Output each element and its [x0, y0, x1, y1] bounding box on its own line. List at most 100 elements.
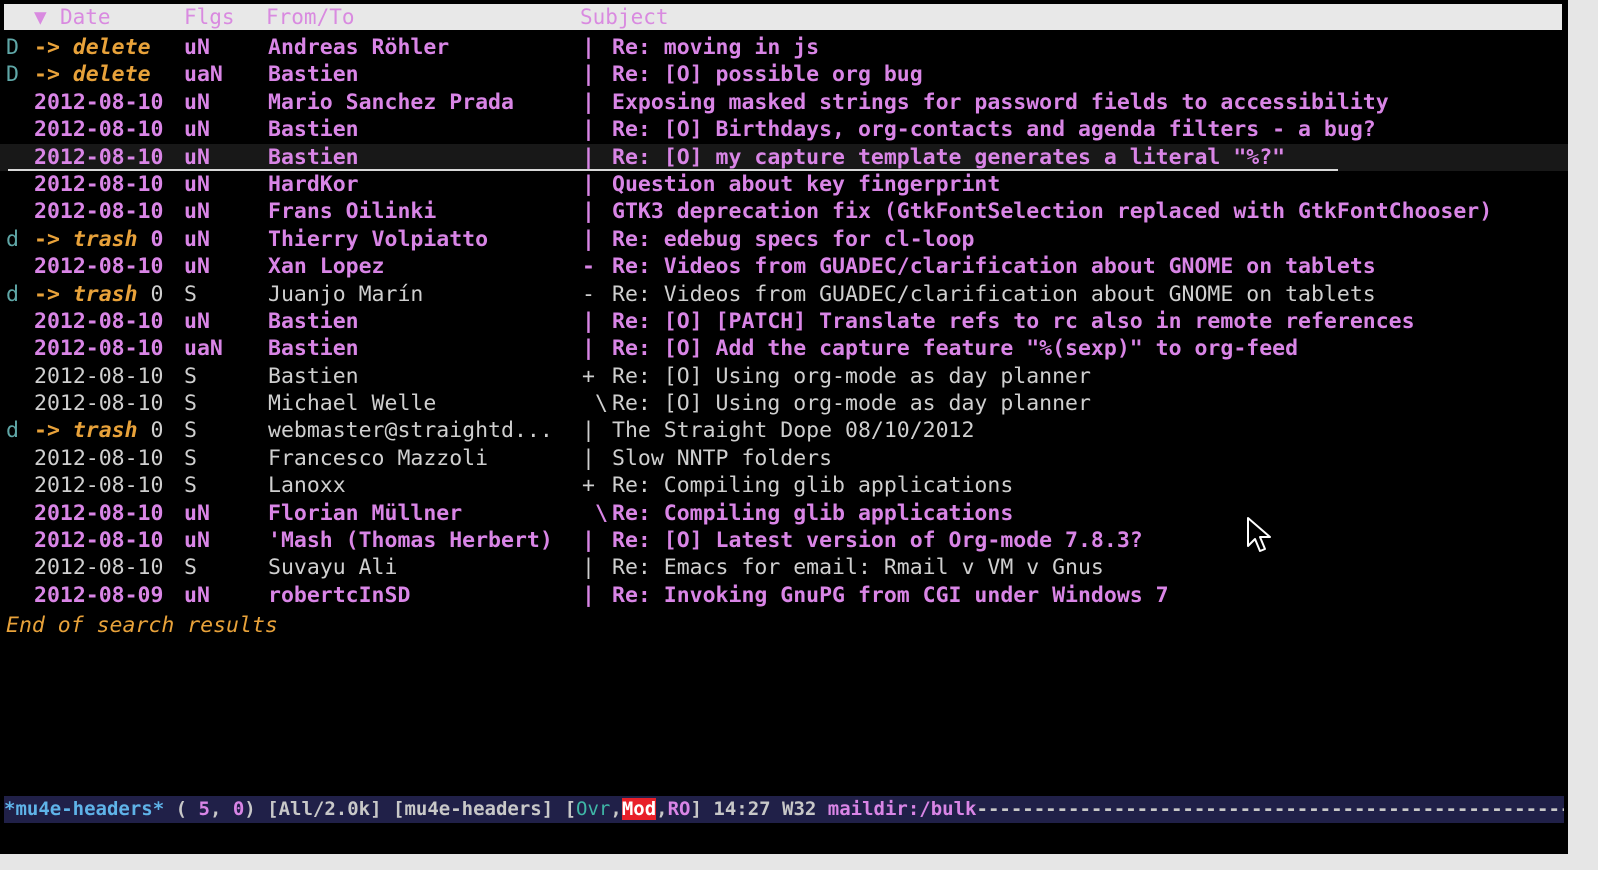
message-subject: Re: [O] Using org-mode as day planner [612, 391, 1091, 417]
message-date: 2012-08-10 [34, 144, 164, 170]
mark-indicator: d [6, 418, 19, 444]
message-row[interactable]: 2012-08-10 uN 'Mash (Thomas Herbert) | Re: [… [0, 527, 1568, 554]
modeline-readonly-indicator[interactable]: RO [668, 798, 691, 820]
message-row[interactable]: d -> trash 0 S Juanjo Marín - Re: Videos from… [0, 281, 1568, 308]
end-of-results-message: End of search results [6, 613, 278, 638]
message-row[interactable]: 2012-08-10 uN HardKor | Question about key f… [0, 171, 1568, 198]
message-row[interactable]: 2012-08-10 S Lanoxx + Re: Compiling glib app… [0, 472, 1568, 499]
message-row[interactable]: 2012-08-09 uN robertcInSD | Re: Invoking Gnu… [0, 582, 1568, 609]
modeline-maildir: maildir:/bulk [827, 798, 977, 820]
message-row[interactable]: 2012-08-10 uN Bastien | Re: [O] Birthdays, o… [0, 116, 1568, 143]
message-subject: Re: [O] Latest version of Org-mode 7.8.3… [612, 528, 1143, 554]
message-date: 2012-08-10 [34, 254, 164, 280]
message-row[interactable]: 2012-08-10 uaN Bastien | Re: [O] Add the cap… [0, 335, 1568, 362]
message-subject: Re: edebug specs for cl-loop [612, 226, 975, 252]
modeline-overwrite-indicator[interactable]: Ovr [576, 798, 610, 820]
modeline-bracket-close: ] [690, 798, 714, 820]
message-row[interactable]: D -> delete uaN Bastien | Re: [O] possible or… [0, 61, 1568, 88]
message-date: 2012-08-10 [34, 199, 164, 225]
message-row[interactable]: d -> trash 0 Swebmaster@straightd... | The S… [0, 417, 1568, 444]
message-flags: uN [184, 500, 210, 526]
message-flags: uaN [184, 62, 223, 88]
message-row[interactable]: d -> trash 0 uN Thierry Volpiatto | Re: edebu… [0, 226, 1568, 253]
message-flags: S [184, 445, 197, 471]
message-date: 2012-08-10 [34, 555, 164, 581]
message-flags: S [184, 473, 197, 499]
message-sender: HardKor [268, 171, 359, 197]
column-header-date[interactable]: Date [60, 4, 111, 30]
message-row[interactable]: 2012-08-10 uN Bastien | Re: [O] my capture t… [0, 143, 1568, 172]
message-subject: Exposing masked strings for password fie… [612, 89, 1389, 115]
thread-indicator: | [582, 445, 595, 471]
thread-indicator: | [582, 582, 595, 608]
message-row[interactable]: 2012-08-10 uN Xan Lopez - Re: Videos from GU… [0, 253, 1568, 280]
modeline-modified-indicator[interactable]: Mod [621, 798, 657, 820]
message-headers-list: D -> delete uN Andreas Röhler | Re: moving in… [0, 34, 1568, 609]
message-sender: Bastien [268, 144, 359, 170]
message-sender: Bastien [268, 62, 359, 88]
message-row[interactable]: 2012-08-10 uN Mario Sanchez Prada | Exposing… [0, 89, 1568, 116]
thread-indicator: | [582, 308, 595, 334]
modeline-position-open: ( [164, 798, 199, 820]
message-subject: Re: [O] Birthdays, org-contacts and agen… [612, 117, 1376, 143]
message-sender: Andreas Röhler [268, 35, 450, 60]
message-subject: The Straight Dope 08/10/2012 [612, 418, 975, 444]
sort-indicator-icon[interactable]: ▼ [34, 4, 47, 30]
message-flags: uN [184, 308, 210, 334]
message-row[interactable]: 2012-08-10 S Suvayu Ali | Re: Emacs for emai… [0, 554, 1568, 581]
thread-indicator: | [582, 89, 595, 115]
message-flags: uN [184, 89, 210, 115]
mark-count: 0 [150, 281, 164, 307]
message-flags: S [184, 363, 197, 389]
message-row[interactable]: 2012-08-10 uN Frans Oilinki | GTK3 deprecati… [0, 198, 1568, 225]
message-flags: S [184, 418, 197, 444]
message-flags: uN [184, 528, 210, 554]
message-date: 2012-08-10 [34, 391, 164, 417]
message-row[interactable]: 2012-08-10 S Michael Welle \ Re: [O] Using … [0, 390, 1568, 417]
message-sender: Florian Müllner [268, 500, 463, 526]
message-row[interactable]: 2012-08-10 S Bastien + Re: [O] Using org-mod… [0, 363, 1568, 390]
message-sender: Bastien [268, 117, 359, 143]
mark-action: -> trash 0 [34, 281, 164, 307]
message-sender: webmaster@straightd... [268, 418, 553, 444]
message-subject: Re: [O] possible org bug [612, 62, 923, 88]
thread-indicator: \ [582, 500, 608, 526]
mark-count: 0 [150, 226, 164, 252]
message-subject: Re: Compiling glib applications [612, 473, 1014, 499]
message-sender: Lanoxx [268, 473, 346, 499]
message-flags: uN [184, 582, 210, 608]
mark-indicator: D [6, 35, 19, 60]
mark-action: -> trash 0 [34, 226, 164, 252]
modeline-buffer-name[interactable]: *mu4e-headers* [4, 798, 164, 820]
column-header-flags[interactable]: Flgs [184, 4, 235, 30]
message-sender: robertcInSD [268, 582, 411, 608]
message-sender: Mario Sanchez Prada [268, 89, 514, 115]
message-sender: Suvayu Ali [268, 555, 398, 581]
message-row[interactable]: D -> delete uN Andreas Röhler | Re: moving in… [0, 34, 1568, 61]
mouse-pointer-icon [1247, 517, 1271, 552]
message-row[interactable]: 2012-08-10 uN Florian Müllner \ Re: Compili… [0, 500, 1568, 527]
message-sender: Thierry Volpiatto [268, 226, 489, 252]
column-header-subject[interactable]: Subject [580, 4, 669, 30]
message-date: 2012-08-10 [34, 171, 164, 197]
mark-action: -> delete [34, 62, 151, 88]
modeline-column-number: 0 [232, 798, 245, 820]
modeline-sep: , [610, 798, 622, 820]
message-flags: S [184, 391, 197, 417]
message-row[interactable]: 2012-08-10 S Francesco Mazzoli | Slow NNTP f… [0, 445, 1568, 472]
modeline-major-mode[interactable]: [mu4e-headers] [382, 798, 565, 820]
mark-action: -> trash 0 [34, 418, 164, 444]
message-sender: Francesco Mazzoli [268, 445, 489, 471]
message-date: 2012-08-10 [34, 308, 164, 334]
message-subject: Slow NNTP folders [612, 445, 833, 471]
column-header-from[interactable]: From/To [266, 4, 355, 30]
message-subject: Re: [O] Using org-mode as day planner [612, 363, 1091, 389]
thread-indicator: - [582, 254, 595, 280]
message-date: 2012-08-10 [34, 89, 164, 115]
modeline-time: 14:27 W32 [713, 798, 828, 820]
thread-indicator: | [582, 528, 595, 554]
message-row[interactable]: 2012-08-10 uN Bastien | Re: [O] [PATCH] Tran… [0, 308, 1568, 335]
thread-indicator: | [582, 226, 595, 252]
message-sender: Juanjo Marín [268, 281, 424, 307]
message-flags: S [184, 281, 197, 307]
